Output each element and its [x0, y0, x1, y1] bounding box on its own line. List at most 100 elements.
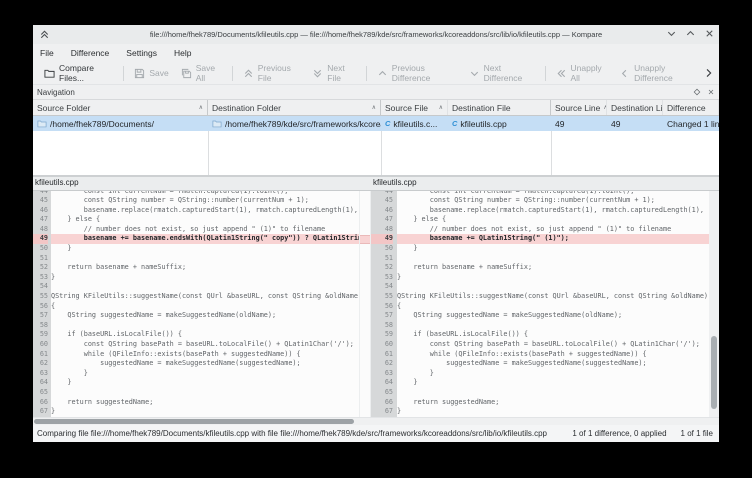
line-number: 56 [33, 302, 48, 312]
line-number: 55 [371, 292, 393, 302]
code-line: return suggestedName; [51, 398, 359, 408]
destination-pane-title: kfileutils.cpp [371, 177, 719, 190]
line-number: 58 [33, 321, 48, 331]
code-line: return basename + nameSuffix; [51, 263, 359, 273]
navigation-table: Source Folder∧Destination Folder∧Source … [33, 99, 719, 175]
compare-files-button[interactable]: Compare Files... [38, 63, 119, 83]
close-panel-icon[interactable] [707, 88, 715, 96]
line-number: 67 [371, 407, 393, 417]
menu-file[interactable]: File [40, 48, 54, 58]
next-difference-button: Next Difference [463, 63, 541, 83]
column-header-label: Source Folder [37, 103, 90, 113]
line-number: 61 [33, 350, 48, 360]
chevron-right-icon[interactable] [703, 67, 714, 79]
line-number: 64 [371, 378, 393, 388]
navigation-table-header: Source Folder∧Destination Folder∧Source … [33, 100, 719, 116]
menu-difference[interactable]: Difference [71, 48, 110, 58]
column-header-destination-folder[interactable]: Destination Folder∧ [208, 100, 381, 115]
code-line: } [397, 378, 709, 388]
column-header-difference[interactable]: Difference [663, 100, 719, 115]
code-line: // number does not exist, so just append… [51, 225, 359, 235]
close-icon[interactable] [704, 28, 715, 39]
code-line: QString KFileUtils::suggestName(const QU… [51, 292, 359, 302]
toolbar-button-label: Unapply Difference [634, 63, 697, 83]
code-line: } [397, 273, 709, 283]
minimize-icon[interactable] [666, 28, 677, 39]
code-line: QString suggestedName = makeSuggestedNam… [397, 311, 709, 321]
menu-help[interactable]: Help [174, 48, 191, 58]
column-header-source-folder[interactable]: Source Folder∧ [33, 100, 208, 115]
next-file-button: Next File [306, 63, 362, 83]
float-panel-icon[interactable] [693, 88, 701, 96]
code-line [51, 388, 359, 398]
file-status: 1 of 1 file [681, 429, 713, 438]
column-header-source-file[interactable]: Source File∧ [381, 100, 448, 115]
column-header-source-line[interactable]: Source Line∧ [551, 100, 607, 115]
code-line [51, 321, 359, 331]
horizontal-scrollbar[interactable] [33, 417, 719, 425]
titlebar[interactable]: file:///home/fhek789/Documents/kfileutil… [33, 25, 719, 44]
code-line: } [51, 369, 359, 379]
statusbar: Comparing file file:///home/fhek789/Docu… [33, 425, 719, 442]
menu-settings[interactable]: Settings [126, 48, 157, 58]
line-number: 49 [371, 234, 393, 244]
line-number: 61 [371, 350, 393, 360]
code-line: } [51, 273, 359, 283]
code-line: } else { [51, 215, 359, 225]
line-number: 63 [371, 369, 393, 379]
line-number: 51 [33, 254, 48, 264]
code-line: QString suggestedName = makeSuggestedNam… [51, 311, 359, 321]
code-line: } [51, 378, 359, 388]
code-line: const QString number = QString::number(c… [51, 196, 359, 206]
destination-pane[interactable]: 4445464748495051525354555657585960616263… [371, 191, 709, 417]
line-number: 67 [33, 407, 48, 417]
chevron-up-double-icon [243, 68, 254, 79]
column-header-destination-file[interactable]: Destination File [448, 100, 551, 115]
source-pane[interactable]: 4445464748495051525354555657585960616263… [33, 191, 359, 417]
toolbar-separator [232, 66, 233, 81]
code-line: { [397, 302, 709, 312]
line-number: 52 [371, 263, 393, 273]
vertical-scrollbar-handle[interactable] [711, 336, 717, 409]
code-line [397, 282, 709, 292]
window-controls [666, 28, 715, 39]
status-message: Comparing file file:///home/fhek789/Docu… [37, 429, 572, 438]
difference-cell: Changed 1 line [663, 116, 719, 131]
code-line: suggestedName = makeSuggestedName(sugges… [397, 359, 709, 369]
kompare-window: file:///home/fhek789/Documents/kfileutil… [33, 25, 719, 442]
line-number: 46 [371, 206, 393, 216]
unapply-difference-button: Unapply Difference [613, 63, 703, 83]
line-number: 51 [371, 254, 393, 264]
sort-ascending-icon: ∧ [436, 104, 443, 111]
table-row[interactable]: /home/fhek789/Documents/ /home/fhek789/k… [33, 116, 719, 131]
line-number: 57 [371, 311, 393, 321]
diff-connector-band [360, 235, 370, 245]
maximize-icon[interactable] [685, 28, 696, 39]
code-line: const QString basePath = baseURL.toLocal… [51, 340, 359, 350]
menubar: File Difference Settings Help [33, 44, 719, 62]
toolbar-button-label: Unapply All [571, 63, 608, 83]
code-line: if (baseURL.isLocalFile()) { [51, 330, 359, 340]
code-line [397, 388, 709, 398]
code-line: return suggestedName; [397, 398, 709, 408]
column-header-destination-lir[interactable]: Destination Lir [607, 100, 663, 115]
toolbar-separator [545, 66, 546, 81]
line-number: 45 [371, 196, 393, 206]
code-line: QString KFileUtils::suggestName(const QU… [397, 292, 709, 302]
column-header-label: Destination File [452, 103, 511, 113]
chevron-down-icon [469, 68, 480, 79]
line-number: 55 [33, 292, 48, 302]
previous-difference-button: Previous Difference [371, 63, 463, 83]
diff-pane-headers: kfileutils.cpp kfileutils.cpp [33, 177, 719, 191]
code-line [51, 282, 359, 292]
vertical-scrollbar[interactable] [709, 191, 719, 417]
toolbar-separator [123, 66, 124, 81]
horizontal-scrollbar-handle[interactable] [34, 419, 354, 424]
toolbar-button-label: Previous File [258, 63, 301, 83]
line-number: 45 [33, 196, 48, 206]
destination-folder-cell: /home/fhek789/kde/src/frameworks/kcoread… [225, 119, 381, 129]
line-number: 59 [33, 330, 48, 340]
line-number: 50 [371, 244, 393, 254]
line-number: 57 [33, 311, 48, 321]
code-line: basename.replace(rmatch.capturedStart(1)… [51, 206, 359, 216]
